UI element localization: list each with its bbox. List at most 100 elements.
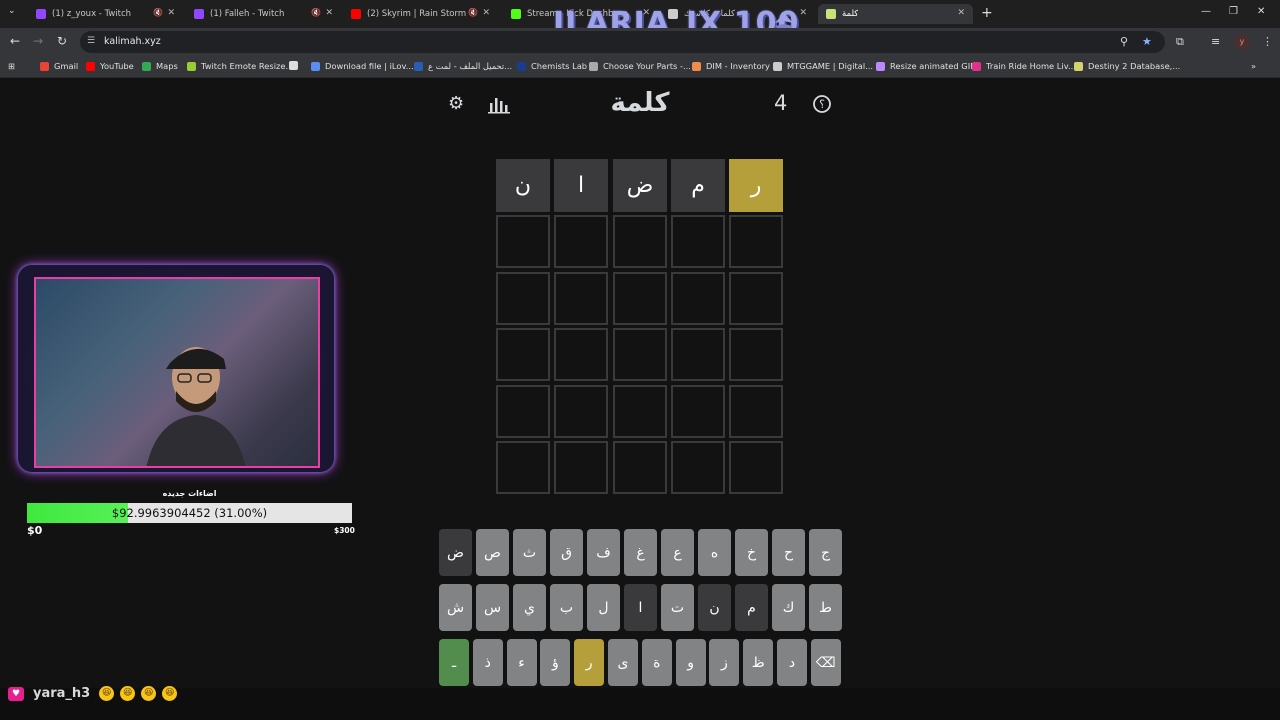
keyboard-key[interactable]: م — [735, 584, 768, 631]
backspace-icon[interactable]: ⌫ — [810, 639, 841, 686]
browser-tab[interactable]: كلمة ✕ — [818, 4, 973, 24]
bookmark-item[interactable]: MTGGAME | Digital... — [773, 61, 873, 71]
media-control-icon[interactable]: ≡ — [1211, 35, 1220, 48]
back-icon[interactable]: ← — [10, 34, 20, 48]
keyboard-key[interactable]: ظ — [743, 639, 774, 686]
tab-muted-icon[interactable]: 🔇 — [311, 8, 321, 17]
bookmark-item[interactable]: Chemists Lab — [517, 61, 587, 71]
keyboard-key[interactable]: ف — [587, 529, 620, 576]
bookmark-item[interactable]: تحميل الملف - لمت ع... — [414, 61, 512, 71]
bookmark-favicon-icon — [289, 61, 298, 70]
keyboard-key[interactable]: ؤ — [540, 639, 571, 686]
bookmark-item[interactable]: Train Ride Home Liv... — [972, 61, 1076, 71]
keyboard-key[interactable]: ط — [809, 584, 842, 631]
bookmark-label: MTGGAME | Digital... — [787, 61, 874, 71]
omnibox[interactable] — [80, 31, 1165, 53]
bookmark-item[interactable]: DIM - Inventory — [692, 61, 770, 71]
bookmark-item[interactable]: YouTube — [86, 61, 134, 71]
keyboard-key[interactable]: ذ — [472, 639, 503, 686]
bookmark-item[interactable]: Maps — [142, 61, 178, 71]
more-bookmarks-icon[interactable]: » — [1251, 61, 1256, 71]
bookmark-favicon-icon — [876, 61, 885, 71]
board-tile — [671, 385, 725, 438]
keyboard-key[interactable]: ج — [809, 529, 842, 576]
bookmark-label: DIM - Inventory — [706, 61, 770, 71]
subscriber-badge-icon: ♥ — [8, 686, 24, 701]
keyboard-key[interactable]: ن — [698, 584, 731, 631]
keyboard-key[interactable]: ء — [506, 639, 537, 686]
tab-close-icon[interactable]: ✕ — [799, 8, 807, 18]
keyboard-key[interactable]: ة — [641, 639, 672, 686]
reload-icon[interactable]: ↻ — [57, 34, 67, 48]
board-tile: ا — [554, 159, 608, 212]
browser-tab[interactable]: (1) z_youx - Twitch 🔇 ✕ — [28, 4, 183, 24]
keyboard-key[interactable]: ح — [772, 529, 805, 576]
minimize-icon[interactable]: — — [1201, 6, 1211, 17]
board-tile — [671, 215, 725, 268]
board-tile — [554, 272, 608, 325]
streamer-image — [136, 323, 246, 466]
bookmark-item[interactable]: Gmail — [40, 61, 78, 71]
url-text[interactable]: kalimah.xyz — [104, 36, 161, 47]
tab-close-icon[interactable]: ✕ — [957, 8, 965, 18]
keyboard-key[interactable]: ك — [772, 584, 805, 631]
browser-tab[interactable]: (1) Falleh - Twitch 🔇 ✕ — [186, 4, 341, 24]
keyboard-key[interactable]: ب — [550, 584, 583, 631]
tab-close-icon[interactable]: ✕ — [325, 8, 333, 18]
new-tab-button[interactable]: + — [981, 5, 993, 21]
site-info-icon[interactable]: ☰ — [87, 36, 95, 46]
keyboard-key[interactable]: ز — [709, 639, 740, 686]
close-window-icon[interactable]: ✕ — [1257, 6, 1265, 17]
tab-muted-icon[interactable]: 🔇 — [468, 8, 478, 17]
keyboard-key[interactable]: ق — [550, 529, 583, 576]
browser-tab[interactable]: (2) Skyrim | Rain Storm | Re🔇 ✕ — [343, 4, 498, 24]
goal-min: $0 — [27, 524, 43, 537]
keyboard-key[interactable]: ه — [698, 529, 731, 576]
keyboard-key[interactable]: غ — [624, 529, 657, 576]
bookmark-label: Choose Your Parts -... — [603, 61, 691, 71]
keyboard-key[interactable]: ي — [513, 584, 546, 631]
board-tile — [729, 385, 783, 438]
forward-icon[interactable]: → — [33, 34, 43, 48]
keyboard-key[interactable]: ع — [661, 529, 694, 576]
keyboard-key[interactable]: ا — [624, 584, 657, 631]
bookmark-item[interactable] — [289, 61, 303, 70]
help-icon[interactable]: ؟ — [812, 94, 832, 114]
keyboard-key[interactable]: ص — [476, 529, 509, 576]
stats-chart-icon[interactable] — [488, 94, 510, 114]
bookmark-item[interactable]: Choose Your Parts -... — [589, 61, 691, 71]
keyboard-key[interactable]: خ — [735, 529, 768, 576]
keyboard-key[interactable]: ث — [513, 529, 546, 576]
laughing-emote-icon: 😆 — [99, 686, 115, 701]
profile-avatar[interactable]: y — [1234, 34, 1250, 50]
keyboard-key[interactable]: ض — [439, 529, 472, 576]
bookmark-item[interactable]: Destiny 2 Database,... — [1074, 61, 1180, 71]
tab-muted-icon[interactable]: 🔇 — [153, 8, 163, 17]
bookmark-item[interactable]: Twitch Emote Resize... — [187, 61, 293, 71]
keyboard-key[interactable]: ت — [661, 584, 694, 631]
apps-grid-icon[interactable]: ⊞ — [8, 61, 15, 71]
tab-close-icon[interactable]: ✕ — [482, 8, 490, 18]
bookmark-star-icon[interactable]: ★ — [1142, 35, 1152, 48]
kebab-menu-icon[interactable]: ⋮ — [1262, 35, 1273, 48]
zoom-icon[interactable]: ⚲ — [1120, 35, 1128, 48]
keyboard-key[interactable]: ر — [574, 639, 605, 686]
keyboard-key[interactable]: س — [476, 584, 509, 631]
extensions-icon[interactable]: ⧉ — [1176, 35, 1184, 49]
keyboard-key[interactable]: د — [777, 639, 807, 686]
board-tile — [729, 441, 783, 494]
restore-icon[interactable]: ❐ — [1229, 6, 1238, 17]
board-tile — [729, 328, 783, 381]
settings-gear-icon[interactable]: ⚙ — [448, 93, 464, 114]
tab-favicon-icon — [194, 9, 204, 19]
bookmark-item[interactable]: Resize animated GIF — [876, 61, 975, 71]
keyboard-key[interactable]: ى — [608, 639, 638, 686]
keyboard-key[interactable]: ش — [439, 584, 472, 631]
tab-close-icon[interactable]: ✕ — [167, 8, 175, 18]
keyboard-key[interactable]: و — [675, 639, 706, 686]
tab-search-icon[interactable]: ⌄ — [8, 6, 20, 20]
keyboard-key[interactable]: ـ — [439, 639, 469, 686]
keyboard-key[interactable]: ل — [587, 584, 620, 631]
tab-title: (1) Falleh - Twitch — [210, 9, 285, 19]
bookmark-item[interactable]: Download file | iLov... — [311, 61, 414, 71]
